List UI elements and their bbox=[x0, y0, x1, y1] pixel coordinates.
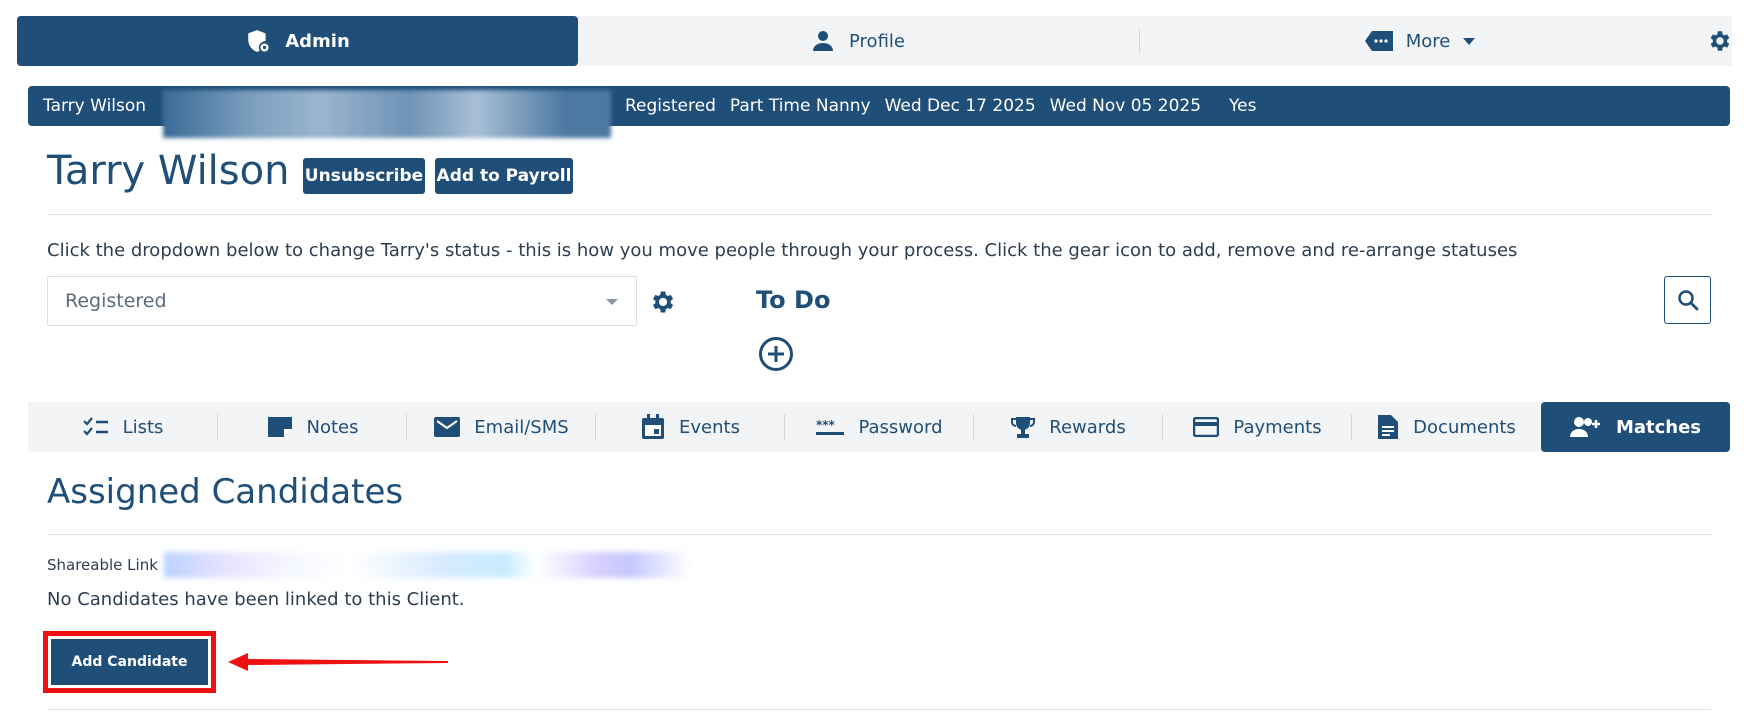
info-date-1: Wed Dec 17 2025 bbox=[884, 96, 1036, 116]
trophy-icon bbox=[1011, 417, 1036, 438]
empty-candidates-message: No Candidates have been linked to this C… bbox=[47, 589, 465, 610]
gear-icon[interactable] bbox=[1706, 28, 1732, 54]
nav-admin[interactable]: Admin bbox=[17, 16, 578, 66]
status-dropdown[interactable]: Registered bbox=[47, 276, 637, 326]
tab-email-sms[interactable]: Email/SMS bbox=[407, 402, 596, 452]
tab-matches-label: Matches bbox=[1615, 416, 1702, 438]
search-icon bbox=[1677, 290, 1698, 311]
record-tabs: Lists Notes Email/SMS Events *** Passwor… bbox=[28, 402, 1730, 452]
page-title: Tarry Wilson bbox=[47, 148, 290, 194]
mail-icon bbox=[434, 417, 461, 437]
status-settings-gear-icon[interactable] bbox=[648, 288, 676, 316]
tab-documents-label: Documents bbox=[1413, 416, 1516, 438]
info-role: Part Time Nanny bbox=[729, 96, 871, 116]
credit-card-icon bbox=[1193, 417, 1220, 437]
tab-notes[interactable]: Notes bbox=[218, 402, 407, 452]
nav-profile-label: Profile bbox=[849, 30, 905, 52]
tab-lists[interactable]: Lists bbox=[28, 402, 218, 452]
divider bbox=[47, 534, 1711, 535]
client-info-bar: Tarry Wilson Registered Part Time Nanny … bbox=[28, 86, 1730, 138]
redacted-link[interactable] bbox=[163, 552, 784, 578]
shareable-link-row: Shareable Link bbox=[47, 552, 784, 578]
tab-notes-label: Notes bbox=[306, 416, 359, 438]
tab-password[interactable]: *** Password bbox=[785, 402, 974, 452]
info-name: Tarry Wilson bbox=[43, 96, 147, 116]
dropdown-caret-icon bbox=[606, 299, 618, 305]
calendar-icon bbox=[642, 414, 665, 439]
add-to-payroll-button[interactable]: Add to Payroll bbox=[435, 158, 573, 194]
tag-icon bbox=[1364, 31, 1393, 51]
info-flag: Yes bbox=[1229, 96, 1257, 116]
tab-matches[interactable]: Matches bbox=[1541, 402, 1730, 452]
user-plus-icon bbox=[1569, 417, 1600, 437]
annotation-arrow-icon bbox=[228, 653, 448, 671]
tab-email-sms-label: Email/SMS bbox=[474, 416, 569, 438]
tab-rewards[interactable]: Rewards bbox=[974, 402, 1163, 452]
document-icon bbox=[1378, 415, 1399, 439]
status-instruction: Click the dropdown below to change Tarry… bbox=[47, 240, 1518, 261]
tab-documents[interactable]: Documents bbox=[1352, 402, 1541, 452]
tab-payments-label: Payments bbox=[1233, 416, 1322, 438]
info-status: Registered bbox=[625, 96, 716, 116]
divider bbox=[47, 709, 1711, 710]
nav-more-label: More bbox=[1405, 30, 1451, 52]
tab-payments[interactable]: Payments bbox=[1163, 402, 1352, 452]
note-icon bbox=[267, 417, 292, 437]
nav-admin-label: Admin bbox=[285, 30, 350, 52]
divider bbox=[47, 214, 1711, 215]
checklist-icon bbox=[82, 417, 108, 436]
person-icon bbox=[813, 31, 834, 51]
tab-events-label: Events bbox=[679, 416, 740, 438]
svg-text:***: *** bbox=[816, 419, 836, 432]
password-icon: *** bbox=[816, 419, 845, 435]
add-todo-plus-icon[interactable] bbox=[758, 336, 794, 372]
top-nav: Admin Profile More bbox=[17, 16, 1732, 66]
shield-gear-icon bbox=[248, 30, 271, 54]
section-title: Assigned Candidates bbox=[47, 472, 404, 512]
todo-heading: To Do bbox=[756, 286, 831, 314]
nav-more[interactable]: More bbox=[1140, 16, 1700, 66]
tab-password-label: Password bbox=[858, 416, 943, 438]
caret-down-icon bbox=[1463, 38, 1476, 45]
nav-profile[interactable]: Profile bbox=[578, 16, 1138, 66]
search-button[interactable] bbox=[1664, 276, 1711, 324]
tab-lists-label: Lists bbox=[122, 416, 164, 438]
status-selected-value: Registered bbox=[65, 290, 167, 312]
redacted-region bbox=[163, 90, 611, 138]
shareable-link-label: Shareable Link bbox=[47, 556, 158, 574]
unsubscribe-button[interactable]: Unsubscribe bbox=[303, 158, 425, 194]
tab-events[interactable]: Events bbox=[596, 402, 785, 452]
add-candidate-button[interactable]: Add Candidate bbox=[51, 639, 208, 685]
tab-rewards-label: Rewards bbox=[1049, 416, 1126, 438]
info-date-2: Wed Nov 05 2025 bbox=[1049, 96, 1202, 116]
